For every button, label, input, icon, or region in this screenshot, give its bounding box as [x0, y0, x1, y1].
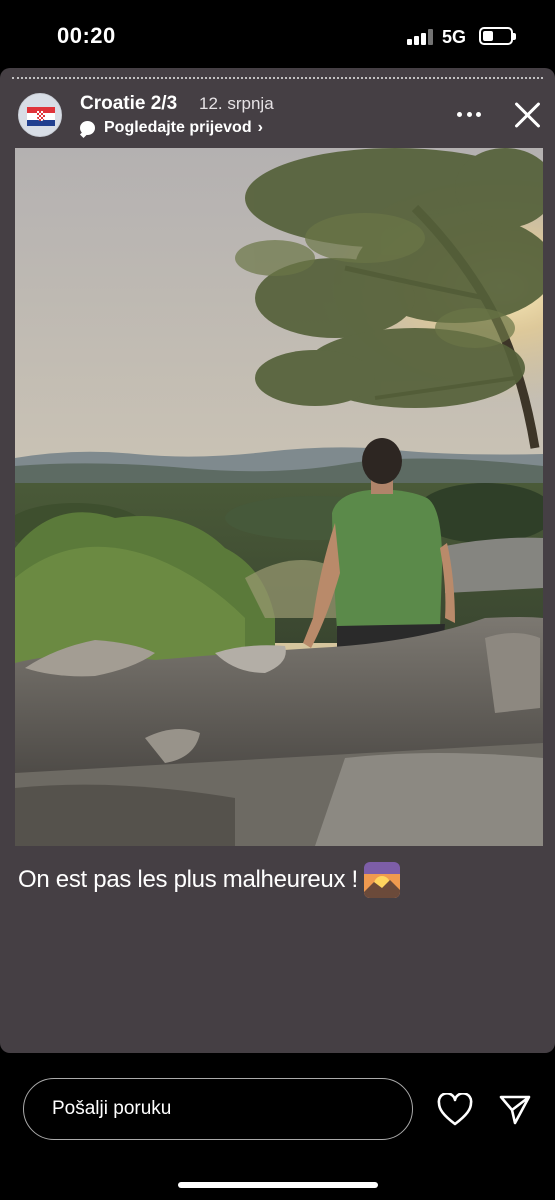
send-icon[interactable]	[498, 1093, 532, 1127]
battery-icon	[479, 27, 516, 45]
heart-icon[interactable]	[437, 1093, 473, 1127]
send-message-field[interactable]	[23, 1078, 413, 1140]
story-date: 12. srpnja	[199, 94, 274, 113]
story-caption: On est pas les plus malheureux !	[18, 862, 400, 898]
close-icon[interactable]	[512, 100, 542, 130]
network-type: 5G	[442, 27, 467, 47]
story-title[interactable]: Croatie 2/3	[80, 93, 177, 115]
see-translation-label: Pogledajte prijevod	[104, 119, 252, 136]
avatar[interactable]	[18, 93, 62, 137]
croatia-flag-icon	[27, 107, 55, 126]
story-card[interactable]: Croatie 2/3 12. srpnja Pogledajte prijev…	[0, 68, 555, 1053]
more-options-icon[interactable]	[457, 112, 481, 118]
home-indicator[interactable]	[178, 1182, 378, 1188]
see-translation-button[interactable]: Pogledajte prijevod ›	[80, 117, 263, 139]
story-photo	[15, 148, 543, 846]
chevron-right-icon: ›	[257, 119, 263, 136]
story-header: Croatie 2/3 12. srpnja Pogledajte prijev…	[0, 88, 555, 148]
message-input[interactable]	[52, 1079, 392, 1139]
story-progress-bar	[12, 77, 543, 80]
caption-text: On est pas les plus malheureux !	[18, 866, 358, 893]
cellular-signal-icon	[407, 29, 433, 45]
sunrise-emoji-icon	[363, 862, 400, 898]
speech-bubble-icon	[80, 121, 95, 135]
status-bar: 00:20 5G	[0, 0, 555, 70]
clock: 00:20	[57, 23, 116, 48]
